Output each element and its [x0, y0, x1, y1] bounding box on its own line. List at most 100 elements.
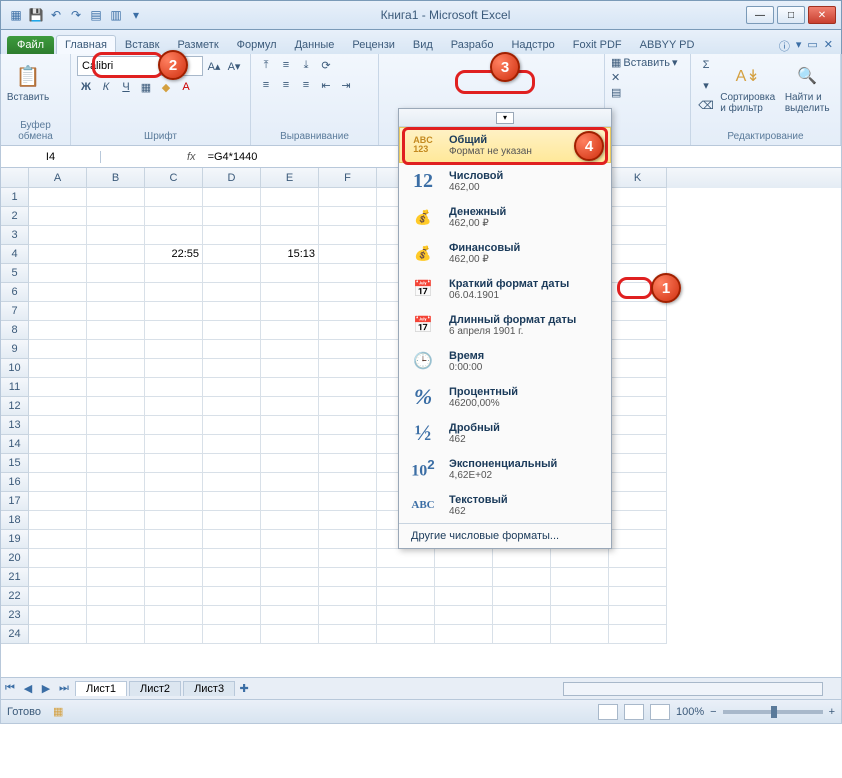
qat-icon[interactable]: ▤	[87, 6, 105, 24]
cell[interactable]	[319, 625, 377, 644]
align-right-icon[interactable]: ≡	[297, 76, 315, 94]
row-header[interactable]: 6	[1, 283, 29, 302]
cell[interactable]	[203, 625, 261, 644]
column-header[interactable]: E	[261, 168, 319, 188]
sheet-nav-last[interactable]: ⏭	[55, 682, 73, 695]
cell[interactable]	[493, 587, 551, 606]
cell[interactable]	[377, 587, 435, 606]
cell[interactable]	[87, 416, 145, 435]
format-option[interactable]: 💰Финансовый462,00 ₽	[399, 235, 611, 271]
cell[interactable]	[87, 625, 145, 644]
cell[interactable]	[609, 454, 667, 473]
cell[interactable]	[87, 549, 145, 568]
indent-dec-icon[interactable]: ⇤	[317, 76, 335, 94]
bold-icon[interactable]: Ж	[77, 78, 95, 96]
cell[interactable]	[29, 378, 87, 397]
cell[interactable]	[261, 473, 319, 492]
cell[interactable]	[319, 606, 377, 625]
fill-color-icon[interactable]: ◆	[157, 78, 175, 96]
cell[interactable]	[493, 606, 551, 625]
cell[interactable]	[145, 473, 203, 492]
cell[interactable]	[609, 435, 667, 454]
cell[interactable]	[493, 568, 551, 587]
cell[interactable]	[261, 321, 319, 340]
cell[interactable]	[87, 302, 145, 321]
row-header[interactable]: 21	[1, 568, 29, 587]
cell[interactable]	[29, 397, 87, 416]
file-tab[interactable]: Файл	[7, 36, 54, 54]
cell[interactable]	[319, 397, 377, 416]
cell[interactable]	[29, 454, 87, 473]
cell[interactable]	[319, 321, 377, 340]
row-header[interactable]: 23	[1, 606, 29, 625]
format-option[interactable]: 102Экспоненциальный4,62E+02	[399, 451, 611, 487]
cell[interactable]	[29, 264, 87, 283]
zoom-out[interactable]: −	[710, 706, 716, 718]
cell[interactable]	[29, 226, 87, 245]
window-icon[interactable]: ▭	[807, 38, 817, 54]
row-header[interactable]: 19	[1, 530, 29, 549]
tab-view[interactable]: Вид	[404, 35, 442, 54]
row-header[interactable]: 18	[1, 511, 29, 530]
cell[interactable]	[87, 587, 145, 606]
row-header[interactable]: 5	[1, 264, 29, 283]
cells-format[interactable]: ▤	[611, 86, 621, 99]
align-left-icon[interactable]: ≡	[257, 76, 275, 94]
cell[interactable]	[87, 340, 145, 359]
format-option[interactable]: 💰Денежный462,00 ₽	[399, 199, 611, 235]
cell[interactable]	[377, 625, 435, 644]
tab-abbyy[interactable]: ABBYY PD	[631, 35, 704, 54]
cell[interactable]	[29, 302, 87, 321]
cell[interactable]	[319, 207, 377, 226]
help-icon[interactable]: ⓘ	[779, 38, 790, 54]
dropdown-arrow-icon[interactable]: ▾	[496, 112, 514, 124]
cell[interactable]	[145, 587, 203, 606]
cell[interactable]	[203, 283, 261, 302]
column-header[interactable]: A	[29, 168, 87, 188]
cell[interactable]	[609, 226, 667, 245]
cell[interactable]	[609, 492, 667, 511]
sort-filter-button[interactable]: A↡ Сортировка и фильтр	[719, 56, 776, 114]
cell[interactable]	[145, 283, 203, 302]
cell[interactable]	[319, 587, 377, 606]
cell[interactable]	[435, 549, 493, 568]
cell[interactable]	[609, 549, 667, 568]
cell[interactable]	[319, 264, 377, 283]
cell[interactable]	[261, 359, 319, 378]
view-break[interactable]	[650, 704, 670, 720]
cell[interactable]	[87, 188, 145, 207]
cell[interactable]	[29, 321, 87, 340]
cell[interactable]	[145, 378, 203, 397]
cell[interactable]	[145, 435, 203, 454]
tab-addins[interactable]: Надстро	[502, 35, 563, 54]
paste-button[interactable]: 📋 Вставить	[7, 56, 49, 103]
cell[interactable]	[203, 359, 261, 378]
autosum-icon[interactable]: Σ	[697, 56, 715, 74]
cell[interactable]	[261, 625, 319, 644]
cell[interactable]	[261, 378, 319, 397]
cell[interactable]	[29, 625, 87, 644]
cell[interactable]	[609, 473, 667, 492]
cell[interactable]	[29, 359, 87, 378]
minimize-button[interactable]: —	[746, 6, 774, 24]
tab-developer[interactable]: Разрабо	[442, 35, 503, 54]
font-color-icon[interactable]: A	[177, 78, 195, 96]
row-header[interactable]: 13	[1, 416, 29, 435]
cell[interactable]	[203, 226, 261, 245]
cell[interactable]	[29, 568, 87, 587]
cell[interactable]	[261, 511, 319, 530]
cell[interactable]	[435, 568, 493, 587]
cell[interactable]	[87, 226, 145, 245]
format-option[interactable]: 📅Краткий формат даты06.04.1901	[399, 271, 611, 307]
cell[interactable]	[203, 378, 261, 397]
cell[interactable]	[87, 492, 145, 511]
cell[interactable]	[609, 207, 667, 226]
cell[interactable]	[609, 188, 667, 207]
cell[interactable]	[203, 264, 261, 283]
cell[interactable]	[609, 625, 667, 644]
sheet-tab[interactable]: Лист1	[75, 681, 127, 696]
cell[interactable]	[319, 416, 377, 435]
cell[interactable]: 22:55	[145, 245, 203, 264]
cell[interactable]	[145, 511, 203, 530]
cell[interactable]	[377, 549, 435, 568]
